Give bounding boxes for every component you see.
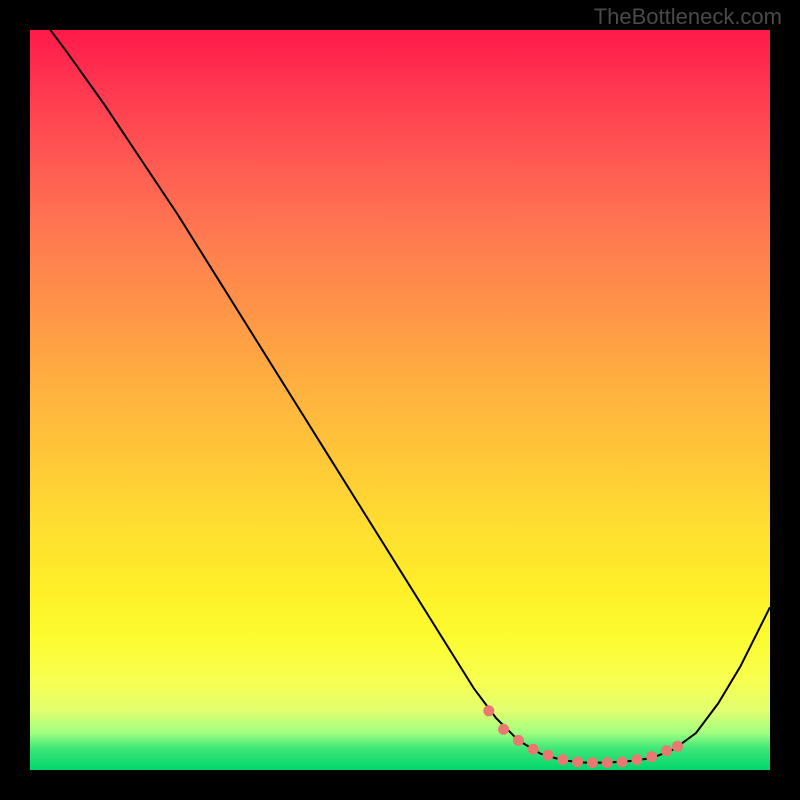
- watermark-text: TheBottleneck.com: [594, 4, 782, 30]
- marker-dot: [498, 724, 509, 735]
- plot-area: [30, 30, 770, 770]
- marker-dot: [661, 745, 672, 756]
- marker-dot: [572, 756, 583, 767]
- marker-dot: [617, 756, 628, 767]
- marker-dot: [483, 705, 494, 716]
- optimal-range-markers: [483, 705, 683, 768]
- chart-svg: [30, 30, 770, 770]
- marker-dot: [587, 757, 598, 768]
- marker-dot: [631, 754, 642, 765]
- marker-dot: [646, 751, 657, 762]
- marker-dot: [513, 735, 524, 746]
- marker-dot: [672, 741, 683, 752]
- marker-dot: [557, 754, 568, 765]
- marker-dot: [543, 750, 554, 761]
- marker-dot: [602, 757, 613, 768]
- marker-dot: [528, 744, 539, 755]
- bottleneck-curve: [30, 30, 770, 763]
